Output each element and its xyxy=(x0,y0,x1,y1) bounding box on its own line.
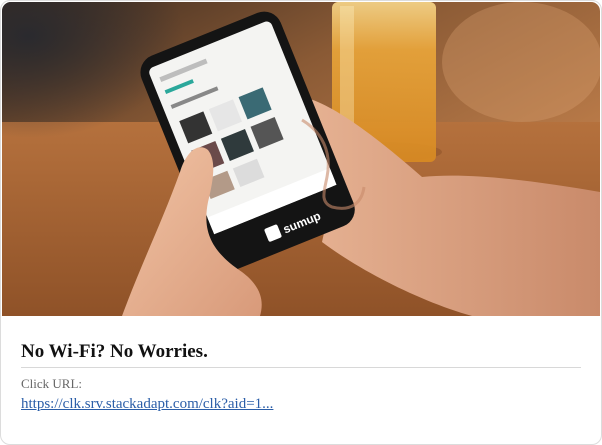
click-url-link[interactable]: https://clk.srv.stackadapt.com/clk?aid=1… xyxy=(21,396,273,412)
ad-body: No Wi-Fi? No Worries. Click URL: https:/… xyxy=(21,341,581,413)
ad-image[interactable]: sumup xyxy=(2,2,600,316)
divider xyxy=(21,367,581,368)
ad-title: No Wi-Fi? No Worries. xyxy=(21,341,208,362)
click-url-label: Click URL: xyxy=(21,376,83,391)
ad-card: sumup No Wi-Fi? No Worries. Click URL: h… xyxy=(0,0,602,445)
